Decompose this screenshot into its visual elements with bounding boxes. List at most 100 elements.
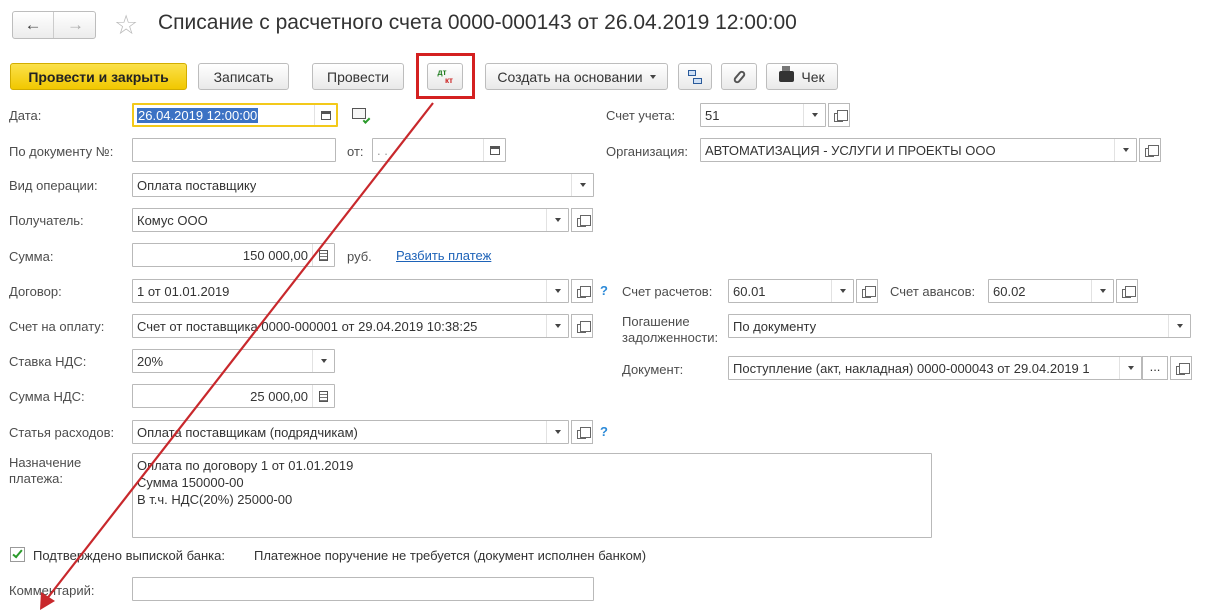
chevron-down-icon[interactable] xyxy=(1119,357,1141,379)
structure-button[interactable] xyxy=(678,63,712,90)
receipt-button[interactable]: Чек xyxy=(766,63,838,90)
open-recipient-button[interactable] xyxy=(571,208,593,232)
chevron-down-icon[interactable] xyxy=(1114,139,1136,161)
calculator-icon[interactable] xyxy=(312,385,334,407)
open-invoice-button[interactable] xyxy=(571,314,593,338)
optype-select[interactable]: Оплата поставщику xyxy=(132,173,594,197)
invoice-label: Счет на оплату: xyxy=(9,319,105,334)
sum-label: Сумма: xyxy=(9,249,54,264)
invoice-field[interactable]: Счет от поставщика 0000-000001 от 29.04.… xyxy=(132,314,569,338)
open-org-button[interactable] xyxy=(1139,138,1161,162)
settle-account-value: 60.01 xyxy=(733,284,766,299)
receipt-label: Чек xyxy=(801,68,825,85)
date-field[interactable]: 26.04.2019 12:00:00 xyxy=(132,103,338,127)
chevron-down-icon[interactable] xyxy=(546,421,568,443)
repayment-select[interactable]: По документу xyxy=(728,314,1191,338)
open-icon xyxy=(833,109,848,122)
cash-register-icon xyxy=(779,66,795,82)
chevron-down-icon[interactable] xyxy=(1091,280,1113,302)
repayment-label-line2: задолженности: xyxy=(622,330,719,345)
attach-button[interactable] xyxy=(721,63,757,90)
split-payment-link[interactable]: Разбить платеж xyxy=(396,248,491,263)
optype-label: Вид операции: xyxy=(9,178,98,193)
expense-field[interactable]: Оплата поставщикам (подрядчикам) xyxy=(132,420,569,444)
purpose-line: Оплата по договору 1 от 01.01.2019 xyxy=(137,458,354,473)
calendar-icon[interactable] xyxy=(314,105,336,125)
sum-field[interactable]: 150 000,00 xyxy=(132,243,335,267)
chevron-down-icon[interactable] xyxy=(312,350,334,372)
document-field[interactable]: Поступление (акт, накладная) 0000-000043… xyxy=(728,356,1142,380)
contract-label: Договор: xyxy=(9,284,62,299)
chevron-down-icon[interactable] xyxy=(831,280,853,302)
purpose-textarea[interactable]: Оплата по договору 1 от 01.01.2019 Сумма… xyxy=(132,453,932,538)
edit-date-icon[interactable] xyxy=(352,108,371,124)
from-date-field[interactable]: . . xyxy=(372,138,506,162)
open-icon xyxy=(576,426,591,439)
structure-icon xyxy=(687,69,703,85)
org-label: Организация: xyxy=(606,144,689,159)
advance-account-field[interactable]: 60.02 xyxy=(988,279,1114,303)
from-label: от: xyxy=(347,144,364,159)
purpose-label-line1: Назначение xyxy=(9,455,82,470)
repayment-label: Погашение задолженности: xyxy=(622,314,718,346)
help-icon[interactable]: ? xyxy=(600,283,608,298)
forward-button[interactable]: → xyxy=(55,12,96,38)
contract-field[interactable]: 1 от 01.01.2019 xyxy=(132,279,569,303)
select-document-button[interactable]: ... xyxy=(1142,356,1168,380)
post-and-close-button[interactable]: Провести и закрыть xyxy=(10,63,187,90)
chevron-down-icon[interactable] xyxy=(546,209,568,231)
calculator-icon[interactable] xyxy=(312,244,334,266)
recipient-label: Получатель: xyxy=(9,213,84,228)
recipient-value: Комус ООО xyxy=(137,213,208,228)
open-icon xyxy=(1144,144,1159,157)
dt-kt-button[interactable]: дт кт xyxy=(427,63,463,90)
invoice-value: Счет от поставщика 0000-000001 от 29.04.… xyxy=(137,319,478,334)
settle-account-label: Счет расчетов: xyxy=(622,284,713,299)
back-button[interactable]: ← xyxy=(13,12,54,38)
chevron-down-icon[interactable] xyxy=(1168,315,1190,337)
account-field[interactable]: 51 xyxy=(700,103,826,127)
vat-rate-label: Ставка НДС: xyxy=(9,354,87,369)
page-title: Списание с расчетного счета 0000-000143 … xyxy=(158,11,797,34)
vat-rate-select[interactable]: 20% xyxy=(132,349,335,373)
sum-value: 150 000,00 xyxy=(242,248,308,263)
confirmed-checkbox[interactable] xyxy=(10,547,25,562)
account-value: 51 xyxy=(705,108,720,123)
open-advance-account-button[interactable] xyxy=(1116,279,1138,303)
comment-label: Комментарий: xyxy=(9,583,95,598)
create-based-on-button[interactable]: Создать на основании xyxy=(485,63,668,90)
create-based-on-label: Создать на основании xyxy=(497,68,643,85)
favorite-star-icon[interactable]: ☆ xyxy=(114,10,138,40)
chevron-down-icon xyxy=(649,74,656,79)
vat-sum-value: 25 000,00 xyxy=(250,389,308,404)
document-value: Поступление (акт, накладная) 0000-000043… xyxy=(733,361,1090,376)
chevron-down-icon[interactable] xyxy=(803,104,825,126)
currency-label: руб. xyxy=(347,249,372,264)
from-date-value: . . xyxy=(377,143,388,158)
help-icon[interactable]: ? xyxy=(600,424,608,439)
chevron-down-icon[interactable] xyxy=(546,315,568,337)
recipient-field[interactable]: Комус ООО xyxy=(132,208,569,232)
org-value: АВТОМАТИЗАЦИЯ - УСЛУГИ И ПРОЕКТЫ ООО xyxy=(705,143,996,158)
org-field[interactable]: АВТОМАТИЗАЦИЯ - УСЛУГИ И ПРОЕКТЫ ООО xyxy=(700,138,1137,162)
open-icon xyxy=(576,285,591,298)
open-document-button[interactable] xyxy=(1170,356,1192,380)
expense-value: Оплата поставщикам (подрядчикам) xyxy=(137,425,358,440)
ellipsis-label: ... xyxy=(1149,358,1161,374)
save-button[interactable]: Записать xyxy=(198,63,289,90)
purpose-line: Сумма 150000-00 xyxy=(137,475,244,490)
chevron-down-icon[interactable] xyxy=(546,280,568,302)
open-account-button[interactable] xyxy=(828,103,850,127)
post-button[interactable]: Провести xyxy=(312,63,404,90)
settle-account-field[interactable]: 60.01 xyxy=(728,279,854,303)
open-settle-account-button[interactable] xyxy=(856,279,878,303)
open-contract-button[interactable] xyxy=(571,279,593,303)
purpose-label: Назначение платежа: xyxy=(9,455,81,487)
comment-field[interactable] xyxy=(132,577,594,601)
open-icon xyxy=(1175,362,1190,375)
open-expense-button[interactable] xyxy=(571,420,593,444)
docnum-field[interactable] xyxy=(132,138,336,162)
calendar-icon[interactable] xyxy=(483,139,505,161)
vat-sum-field[interactable]: 25 000,00 xyxy=(132,384,335,408)
chevron-down-icon[interactable] xyxy=(571,174,593,196)
